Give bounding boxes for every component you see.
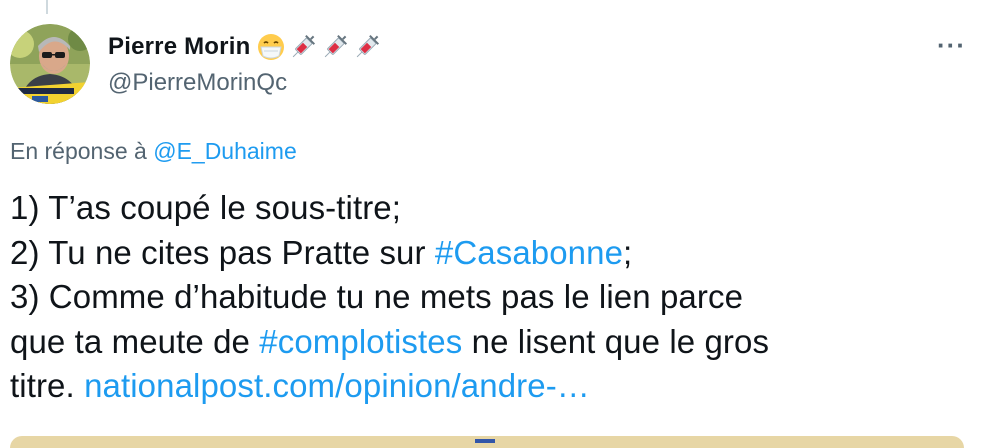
tweet-text-segment: 3) Comme d’habitude tu ne mets pas le li… [10, 278, 744, 315]
syringe-emoji-icon [357, 34, 380, 58]
syringe-emoji-icon [293, 34, 316, 58]
tweet-text-segment: ; [623, 233, 633, 271]
author-name-row[interactable]: Pierre Morin [108, 32, 382, 62]
link-card-image-fragment [475, 439, 495, 443]
tweet-text-segment: 1) T’as coupé le sous-titre; [10, 189, 402, 226]
avatar-image [10, 24, 90, 104]
author-display-name[interactable]: Pierre Morin [108, 33, 250, 61]
tweet-line: que ta meute de #complotistes ne lisent … [10, 320, 980, 365]
tweet-line: titre. nationalpost.com/opinion/andre-… [10, 364, 980, 409]
author-handle[interactable]: @PierreMorinQc [108, 69, 287, 97]
name-emojis [256, 32, 382, 62]
avatar[interactable] [10, 24, 90, 104]
tweet-text-segment: ne lisent que le gros [462, 322, 770, 360]
article-url-link[interactable]: nationalpost.com/opinion/andre-… [84, 367, 590, 404]
reply-mention-link[interactable]: @E_Duhaime [153, 138, 297, 164]
mask-face-emoji-icon [258, 34, 285, 60]
tweet-text-segment: que ta meute de [10, 322, 260, 360]
syringe-emoji-icon [325, 34, 348, 58]
tweet-line: 3) Comme d’habitude tu ne mets pas le li… [10, 275, 980, 320]
hashtag-link-complotistes[interactable]: #complotistes [259, 323, 462, 360]
tweet-text: 1) T’as coupé le sous-titre; 2) Tu ne ci… [10, 186, 980, 409]
more-options-icon[interactable]: ··· [937, 30, 966, 61]
tweet-line: 2) Tu ne cites pas Pratte sur #Casabonne… [10, 231, 980, 276]
tweet-text-segment: 2) Tu ne cites pas Pratte sur [10, 233, 435, 271]
reply-context: En réponse à @E_Duhaime [10, 138, 297, 165]
thread-connector-line [46, 0, 48, 14]
reply-prefix: En réponse à [10, 138, 147, 164]
tweet-line: 1) T’as coupé le sous-titre; [10, 186, 980, 231]
tweet-text-segment: titre. [10, 367, 85, 404]
link-card-preview[interactable] [10, 436, 964, 448]
hashtag-link-casabonne[interactable]: #Casabonne [435, 234, 623, 271]
